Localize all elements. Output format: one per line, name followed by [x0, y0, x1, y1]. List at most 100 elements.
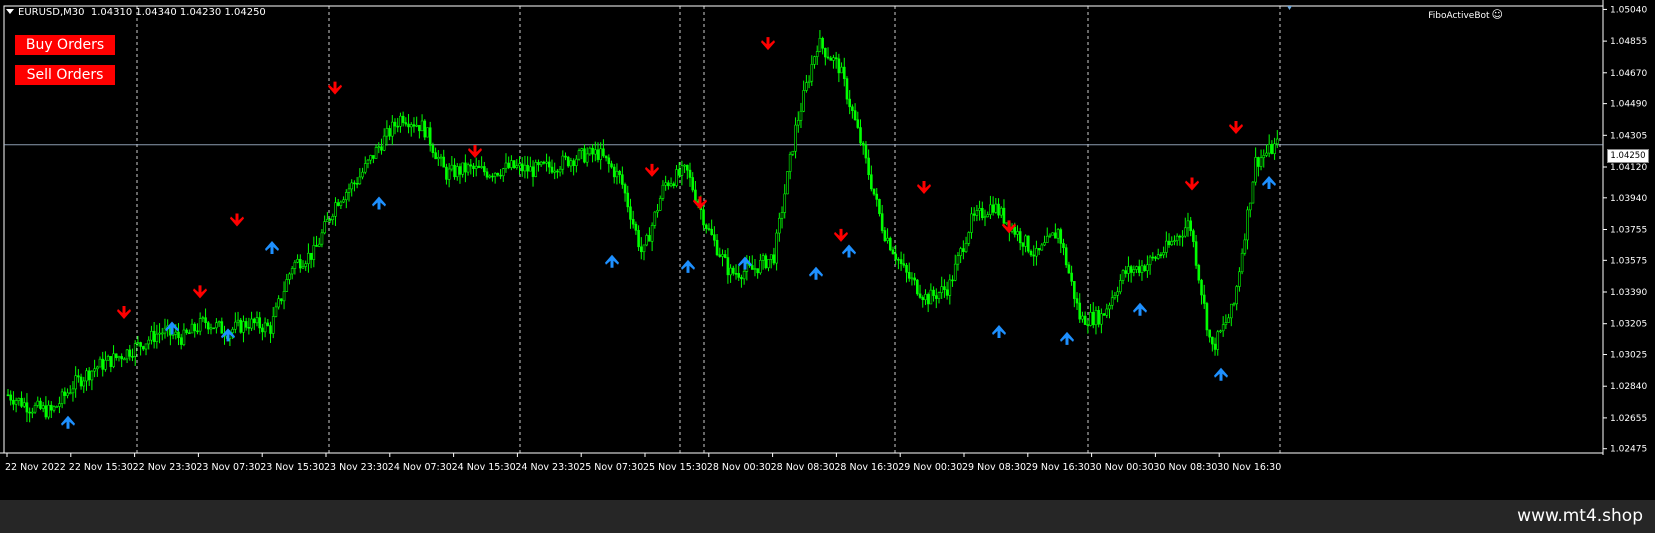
- candle-body: [158, 332, 161, 335]
- candle-body: [1129, 266, 1133, 273]
- indicator-name: FiboActiveBot: [1428, 11, 1490, 21]
- chart-window[interactable]: 1.05040 1.04855 1.04670 1.04490 1.04305 1.041…: [0, 0, 1655, 500]
- candle-body: [491, 175, 494, 178]
- candle-body: [856, 119, 860, 128]
- price-tick-label: 1.04305: [1610, 131, 1647, 141]
- candle-body: [96, 366, 99, 370]
- candle-body: [1200, 279, 1203, 296]
- candle-body: [407, 123, 410, 128]
- candle-body: [271, 316, 275, 334]
- candle-body: [1221, 324, 1225, 332]
- candle-body: [713, 234, 716, 241]
- candle-body: [585, 153, 589, 163]
- candle-body: [861, 142, 865, 146]
- candle-body: [1227, 317, 1230, 323]
- candle-body: [997, 203, 1000, 216]
- candle-body: [669, 183, 673, 187]
- candle-body: [921, 297, 925, 301]
- candle-body: [1100, 313, 1103, 325]
- candle-body: [680, 165, 684, 176]
- candle-body: [293, 261, 297, 269]
- candle-body: [558, 168, 562, 173]
- candle-body: [44, 405, 48, 418]
- candle-body: [948, 279, 952, 296]
- candle-body: [1248, 202, 1252, 211]
- price-tick-label: 1.04490: [1610, 100, 1647, 110]
- candle-body: [539, 161, 543, 166]
- candle-body: [859, 127, 862, 144]
- candle-body: [1140, 265, 1144, 273]
- candle-body: [870, 174, 873, 190]
- candle-body: [296, 259, 299, 263]
- candle-body: [572, 160, 575, 166]
- candle-body: [347, 188, 351, 193]
- candle-body: [672, 183, 676, 186]
- sell-signal-arrow-icon: [328, 81, 342, 95]
- candle-body: [466, 164, 470, 173]
- candle-body: [726, 257, 730, 276]
- candle-body: [683, 164, 686, 167]
- candle-body: [212, 327, 215, 330]
- candle-body: [155, 333, 159, 342]
- candle-body: [485, 171, 489, 178]
- candle-body: [1232, 303, 1236, 306]
- candle-body: [374, 147, 378, 159]
- candle-body: [1108, 304, 1111, 310]
- candle-body: [580, 148, 584, 151]
- candle-body: [675, 169, 678, 186]
- candle-body: [85, 370, 88, 382]
- sell-signal-arrow-icon: [834, 228, 848, 242]
- candle-body: [924, 294, 927, 301]
- candle-body: [6, 394, 10, 397]
- time-tick-label: 23 Nov 23:30: [324, 462, 388, 473]
- sell-orders-button[interactable]: Sell Orders: [15, 65, 115, 85]
- candle-body: [142, 346, 145, 350]
- chart-menu-triangle-icon[interactable]: [6, 9, 14, 14]
- candle-body: [391, 121, 394, 137]
- candle-body: [569, 160, 573, 167]
- candle-body: [940, 286, 944, 293]
- candle-body: [1048, 234, 1052, 237]
- candle-body: [1270, 144, 1274, 154]
- buy-signal-arrow-icon: [1060, 331, 1074, 345]
- sell-signal-arrow-icon: [193, 285, 207, 299]
- candle-body: [326, 219, 329, 222]
- candle-body: [109, 356, 113, 367]
- candle-body: [775, 232, 778, 264]
- candle-body: [1224, 322, 1228, 326]
- candle-body: [994, 203, 998, 213]
- candle-body: [1194, 241, 1198, 266]
- candle-body: [317, 243, 321, 247]
- buy-orders-button[interactable]: Buy Orders: [15, 35, 115, 55]
- candle-body: [932, 289, 935, 296]
- candle-body: [791, 150, 795, 155]
- candle-body: [1240, 252, 1244, 273]
- time-tick-label: 23 Nov 07:30: [196, 462, 260, 473]
- candle-body: [1259, 157, 1263, 167]
- candle-body: [1181, 235, 1184, 238]
- candle-body: [810, 64, 814, 82]
- candle-body: [1189, 220, 1192, 232]
- candle-body: [182, 329, 186, 345]
- price-tick-label: 1.02655: [1610, 414, 1647, 424]
- candle-body: [1062, 243, 1065, 248]
- candle-body: [824, 47, 827, 58]
- candle-body: [1275, 138, 1279, 145]
- candle-body: [217, 321, 221, 324]
- candle-body: [637, 230, 640, 248]
- price-tick-label: 1.03025: [1610, 351, 1647, 361]
- candle-body: [575, 158, 578, 166]
- candle-body: [845, 78, 849, 100]
- candle-body: [31, 411, 34, 414]
- candle-body: [255, 317, 259, 324]
- candle-body: [334, 202, 337, 217]
- candle-body: [396, 125, 400, 128]
- candle-body: [894, 253, 897, 260]
- candle-body: [983, 216, 987, 219]
- candle-body: [17, 397, 21, 401]
- candle-body: [837, 58, 841, 74]
- price-chart[interactable]: 1.05040 1.04855 1.04670 1.04490 1.04305 1.041…: [0, 0, 1655, 500]
- candle-body: [537, 162, 540, 166]
- candle-body: [829, 57, 833, 61]
- candle-body: [418, 124, 421, 132]
